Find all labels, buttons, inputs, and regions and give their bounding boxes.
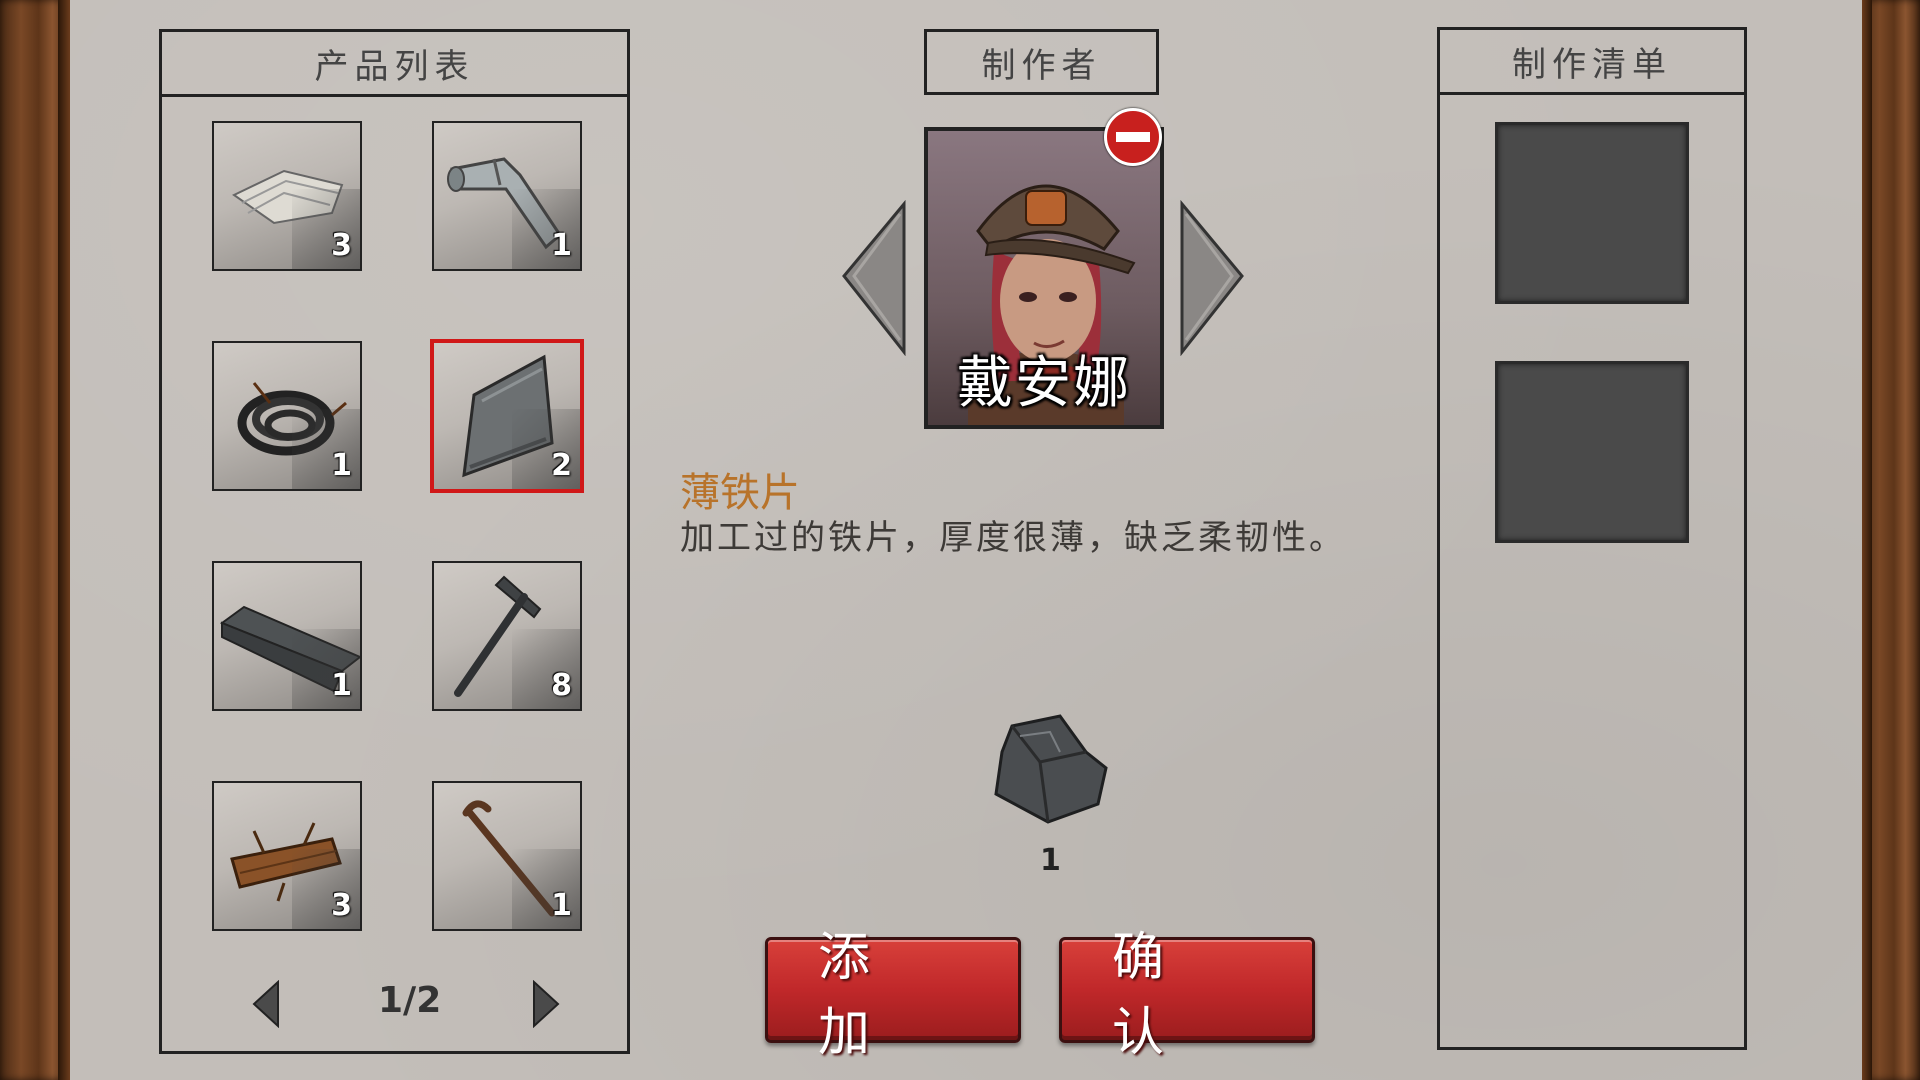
product-slot-hammer[interactable]: 8 [432,561,582,711]
confirm-button[interactable]: 确认 [1059,928,1315,1063]
craft-queue-slot[interactable] [1495,361,1689,543]
product-slot-pipe[interactable]: 1 [432,121,582,271]
confirm-button-label: 确认 [1112,928,1215,1063]
item-count: 1 [551,228,572,263]
item-count: 3 [331,228,352,263]
maker-name: 戴安娜 [957,351,1131,416]
product-slot-hose[interactable]: 1 [212,341,362,491]
maker-next-icon[interactable] [1178,200,1246,356]
add-button-label: 添加 [818,928,921,1063]
selected-item-description: 加工过的铁片，厚度很薄，缺乏柔韧性。 [680,518,1346,558]
craft-list-title: 制作清单 [1512,44,1672,85]
item-count: 3 [331,888,352,923]
item-count: 1 [331,448,352,483]
product-slot-angle-iron[interactable]: 1 [212,561,362,711]
minus-icon [1116,132,1150,142]
wood-frame-left [0,0,70,1080]
item-count: 2 [551,448,572,483]
maker-prev-icon[interactable] [840,200,908,356]
product-slot-crowbar[interactable]: 1 [432,781,582,931]
page-prev-icon[interactable] [250,980,282,1028]
maker-title: 制作者 [981,45,1102,86]
craft-queue-slot[interactable] [1495,122,1689,304]
iron-ore-icon [994,714,1108,824]
item-count: 1 [331,668,352,703]
remove-maker-button[interactable] [1104,108,1162,166]
product-slot-iron-sheet[interactable]: 2 [430,339,584,493]
item-count: 8 [551,668,572,703]
wood-frame-right [1862,0,1920,1080]
page-indicator: 1/2 [378,980,442,1021]
maker-portrait[interactable]: 戴安娜 [924,127,1164,429]
product-slot-cloth[interactable]: 3 [212,121,362,271]
item-count: 1 [551,888,572,923]
product-list-header: 产品列表 [159,29,630,97]
material-count: 1 [1040,843,1061,878]
product-slot-wood[interactable]: 3 [212,781,362,931]
page-next-icon[interactable] [530,980,562,1028]
craft-list-header: 制作清单 [1437,27,1747,95]
add-button[interactable]: 添加 [765,928,1021,1063]
product-list-title: 产品列表 [314,46,475,87]
maker-header: 制作者 [924,29,1159,95]
